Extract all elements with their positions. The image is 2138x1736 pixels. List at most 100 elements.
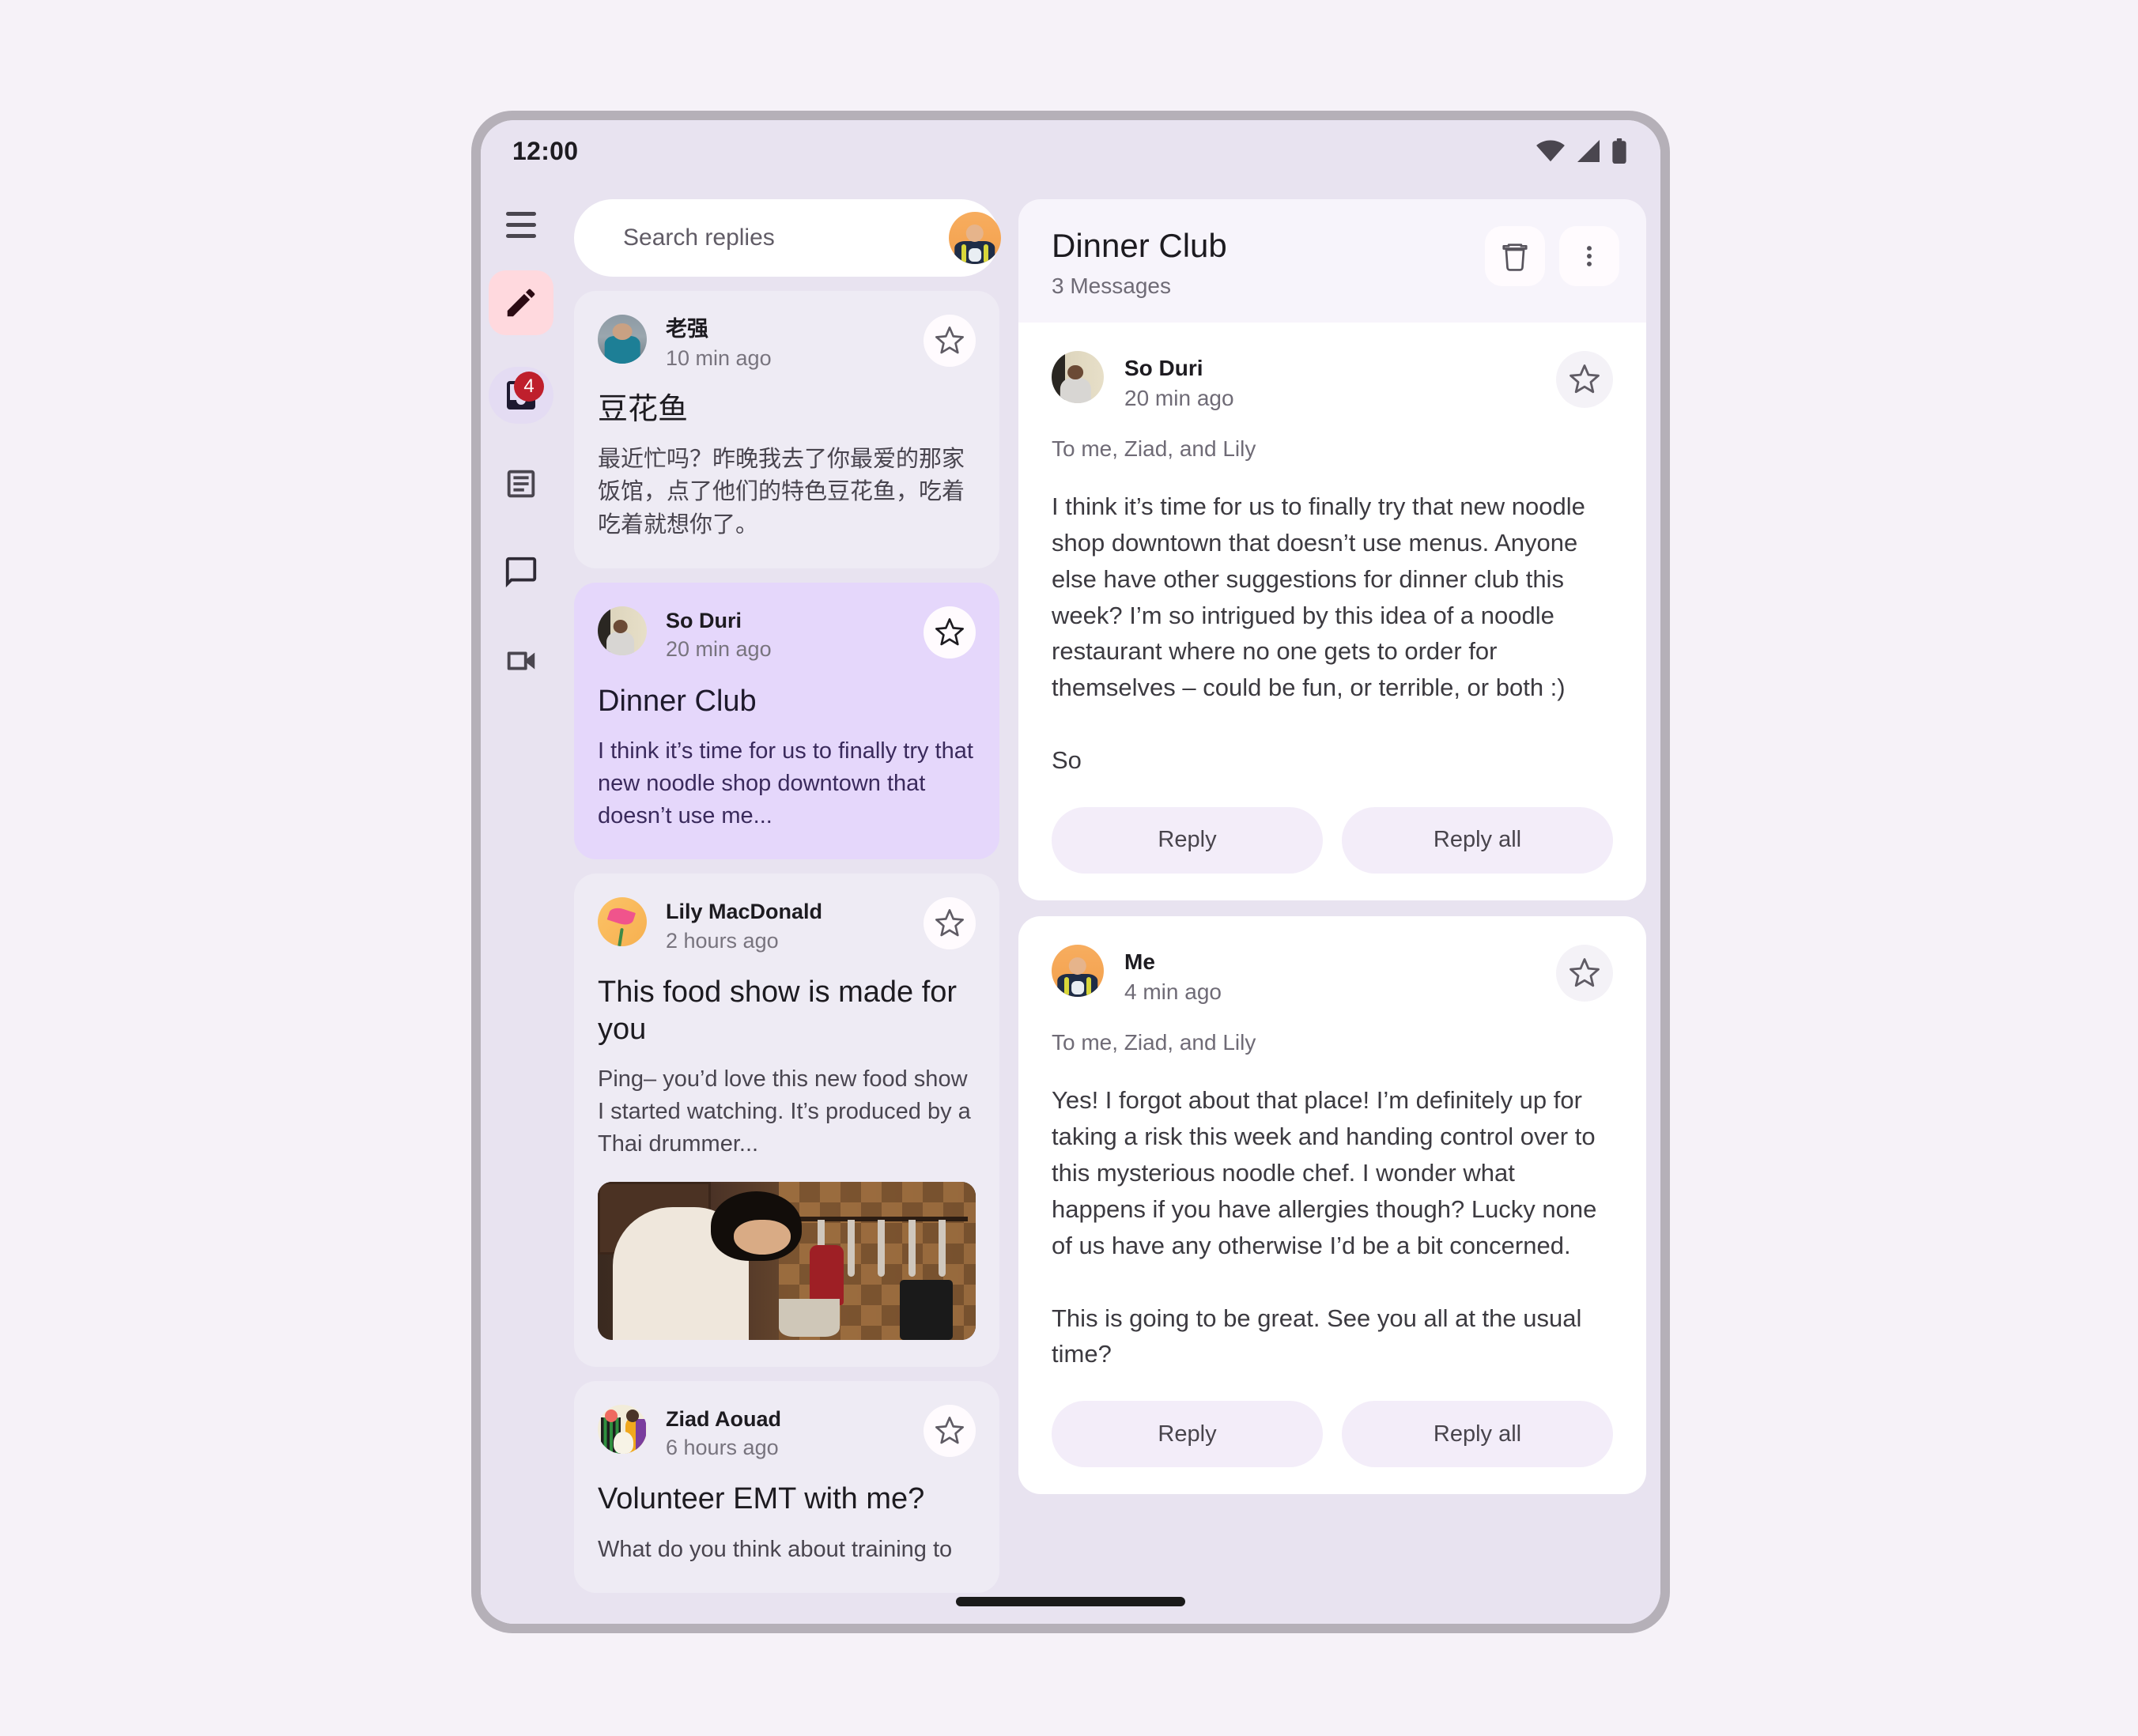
email-list-item[interactable]: Lily MacDonald 2 hours ago This food sho… — [574, 874, 999, 1367]
sender-name: 老强 — [666, 317, 708, 341]
message-actions: Reply Reply all — [1052, 806, 1613, 874]
email-header: So Duri 20 min ago — [598, 606, 976, 664]
menu-icon[interactable] — [499, 202, 543, 247]
search-input[interactable] — [623, 225, 928, 251]
email-header: Lily MacDonald 2 hours ago — [598, 897, 976, 955]
message-body: I think it’s time for us to finally try … — [1052, 492, 1585, 775]
star-outline-icon — [935, 326, 964, 354]
message-recipients: To me, Ziad, and Lily — [1052, 1030, 1256, 1055]
sender-time: 20 min ago — [1124, 385, 1234, 410]
sender-block: So Duri 20 min ago — [666, 606, 905, 664]
status-bar: 12:00 — [481, 120, 1660, 182]
star-button[interactable] — [924, 897, 976, 950]
reply-all-button[interactable]: Reply all — [1342, 1401, 1613, 1468]
sender-time: 6 hours ago — [666, 1436, 779, 1460]
email-attachment-image[interactable] — [598, 1181, 976, 1340]
email-subject: This food show is made for you — [598, 976, 958, 1046]
email-preview: I think it’s time for us to finally try … — [598, 738, 973, 829]
email-subject: Dinner Club — [598, 684, 757, 718]
sidebar-item-articles[interactable] — [489, 455, 553, 512]
more-options-button[interactable] — [1559, 226, 1619, 286]
page-title: Dinner Club — [1052, 227, 1227, 264]
star-button[interactable] — [924, 1404, 976, 1457]
sidebar-item-chat[interactable] — [489, 544, 553, 601]
app-body: 4 Search replies 老强 10 min ago 豆花鱼 最近忙吗？… — [481, 182, 1660, 1624]
email-subject: 豆花鱼 — [598, 392, 689, 426]
sender-block: Ziad Aouad 6 hours ago — [666, 1405, 905, 1462]
email-preview: What do you think about training to — [598, 1536, 953, 1562]
reply-all-button[interactable]: Reply all — [1342, 806, 1613, 874]
cellular-signal-icon — [1577, 140, 1600, 162]
sender-block: Lily MacDonald 2 hours ago — [666, 897, 905, 955]
message-body: Yes! I forgot about that place! I’m defi… — [1052, 1086, 1597, 1368]
star-button[interactable] — [1556, 944, 1613, 1002]
avatar — [1052, 350, 1104, 403]
article-icon — [507, 470, 535, 498]
star-outline-icon — [935, 617, 964, 646]
star-button[interactable] — [924, 606, 976, 659]
detail-message: So Duri 20 min ago To me, Ziad, and Lily… — [1018, 322, 1646, 900]
wifi-icon — [1536, 140, 1565, 162]
account-avatar[interactable] — [949, 212, 1001, 264]
detail-message: Me 4 min ago To me, Ziad, and Lily Yes! … — [1018, 915, 1646, 1495]
reply-button[interactable]: Reply — [1052, 806, 1323, 874]
sender-name: Me — [1124, 949, 1155, 974]
compose-pencil-icon — [507, 289, 535, 317]
sidebar-item-video[interactable] — [489, 632, 553, 689]
sender-block: 老强 10 min ago — [666, 315, 905, 372]
star-outline-icon — [935, 1416, 964, 1444]
status-time: 12:00 — [512, 136, 579, 165]
reply-button[interactable]: Reply — [1052, 1401, 1323, 1468]
avatar — [598, 315, 647, 364]
avatar — [598, 897, 647, 947]
detail-title-block: Dinner Club 3 Messages — [1052, 226, 1471, 299]
detail-header: Dinner Club 3 Messages — [1018, 199, 1646, 323]
message-header: So Duri 20 min ago — [1052, 350, 1613, 413]
gesture-navigation-bar[interactable] — [956, 1597, 1185, 1606]
star-outline-icon — [935, 909, 964, 937]
sender-name: So Duri — [1124, 355, 1203, 380]
more-vertical-icon — [1587, 246, 1592, 266]
sender-time: 4 min ago — [1124, 979, 1222, 1004]
avatar — [598, 606, 647, 655]
email-list-item[interactable]: 老强 10 min ago 豆花鱼 最近忙吗？昨晚我去了你最爱的那家饭馆，点了他… — [574, 291, 999, 568]
sender-time: 10 min ago — [666, 345, 772, 370]
star-outline-icon — [1570, 364, 1600, 393]
sidebar-item-inbox[interactable]: 4 — [489, 367, 553, 424]
compose-fab-button[interactable] — [489, 270, 553, 335]
sender-name: Lily MacDonald — [666, 900, 823, 924]
sender-time: 20 min ago — [666, 637, 772, 662]
avatar — [1052, 944, 1104, 997]
star-button[interactable] — [924, 315, 976, 367]
battery-icon — [1612, 138, 1626, 164]
email-list-column: 老强 10 min ago 豆花鱼 最近忙吗？昨晚我去了你最爱的那家饭馆，点了他… — [561, 182, 1012, 1624]
email-preview: Ping– you’d love this new food show I st… — [598, 1066, 971, 1157]
message-actions: Reply Reply all — [1052, 1401, 1613, 1468]
email-list-item-selected[interactable]: So Duri 20 min ago Dinner Club I think i… — [574, 582, 999, 860]
sender-block: Me 4 min ago — [1124, 945, 1536, 1006]
sender-name: So Duri — [666, 608, 742, 632]
message-recipients: To me, Ziad, and Lily — [1052, 436, 1256, 461]
star-outline-icon — [1570, 958, 1600, 987]
sender-block: So Duri 20 min ago — [1124, 351, 1536, 413]
sender-name: Ziad Aouad — [666, 1406, 781, 1431]
device-screen: 12:00 4 Search replies 老强 10 min ago 豆花鱼… — [481, 120, 1660, 1624]
inbox-badge-count: 4 — [514, 372, 544, 402]
message-count: 3 Messages — [1052, 273, 1171, 298]
email-list-item[interactable]: Ziad Aouad 6 hours ago Volunteer EMT wit… — [574, 1380, 999, 1593]
device-frame: 12:00 4 Search replies 老强 10 min ago 豆花鱼… — [471, 111, 1670, 1633]
message-header: Me 4 min ago — [1052, 944, 1613, 1006]
status-icons — [1536, 138, 1627, 164]
email-subject: Volunteer EMT with me? — [598, 1482, 925, 1516]
delete-button[interactable] — [1485, 226, 1545, 286]
star-button[interactable] — [1556, 350, 1613, 408]
email-header: 老强 10 min ago — [598, 315, 976, 372]
email-detail-column: Dinner Club 3 Messages So Duri 20 min ag… — [1012, 182, 1660, 1624]
trash-icon — [1502, 243, 1528, 271]
search-bar[interactable] — [574, 199, 1001, 277]
chat-bubble-icon — [505, 557, 537, 588]
email-preview: 最近忙吗？昨晚我去了你最爱的那家饭馆，点了他们的特色豆花鱼，吃着吃着就想你了。 — [598, 447, 965, 538]
avatar — [598, 1404, 647, 1454]
sender-time: 2 hours ago — [666, 929, 779, 953]
video-camera-icon — [507, 651, 535, 670]
